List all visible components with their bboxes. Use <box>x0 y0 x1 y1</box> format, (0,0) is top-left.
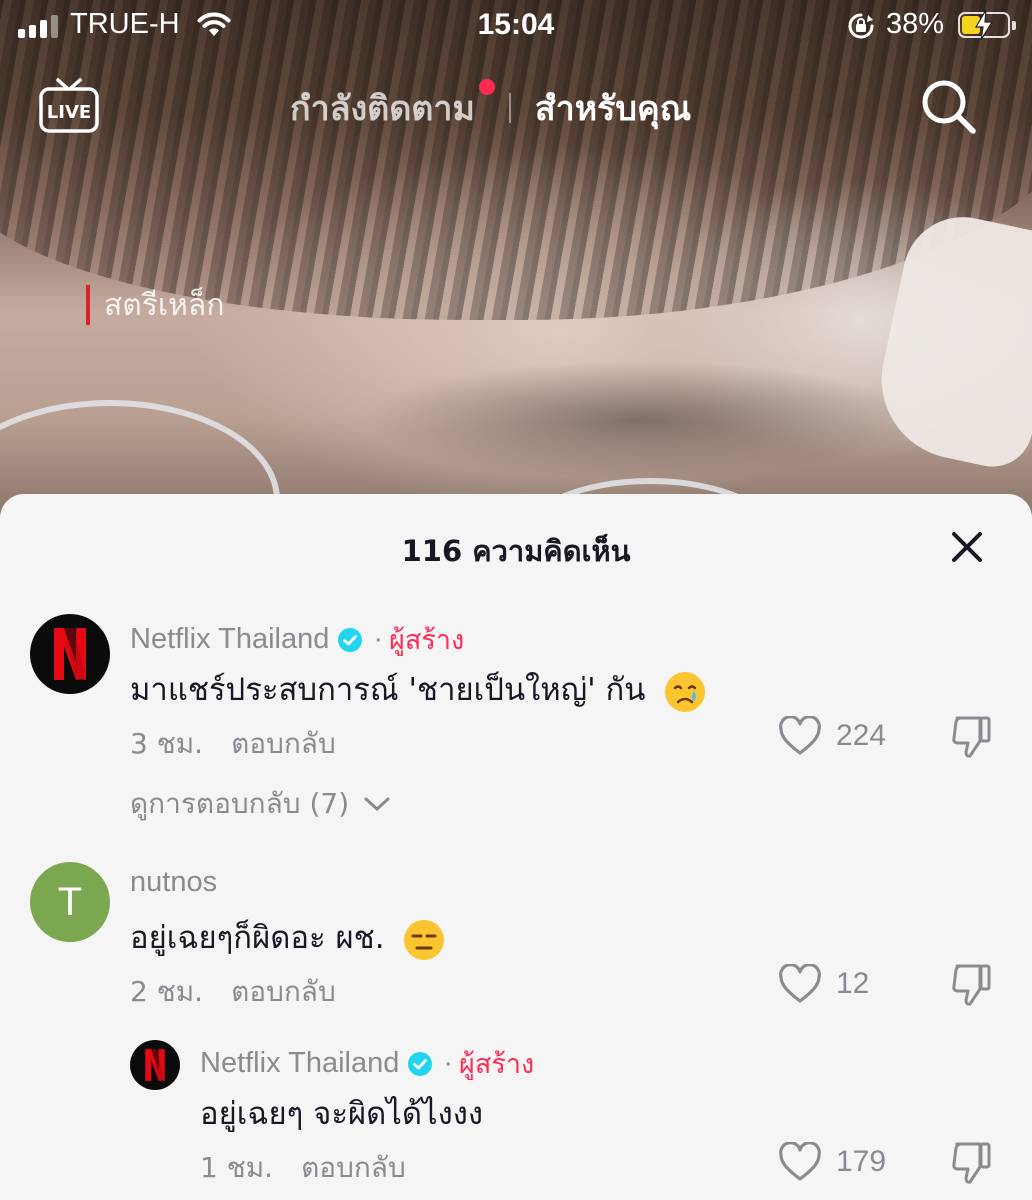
video-overlay-tag: สตรีเหล็ก <box>86 285 224 325</box>
avatar[interactable]: T <box>30 862 110 942</box>
creator-badge: ผู้สร้าง <box>389 625 465 656</box>
expressionless-face-icon <box>404 919 445 960</box>
tab-divider <box>508 93 511 123</box>
verified-badge-icon <box>338 627 363 652</box>
heart-icon <box>779 716 821 755</box>
new-content-dot <box>478 79 495 95</box>
live-icon[interactable]: LIVE <box>38 76 100 138</box>
like-count: 179 <box>836 1145 887 1178</box>
comment-meta: 1 ชม. ตอบกลับ <box>200 1146 406 1190</box>
avatar[interactable] <box>30 614 110 694</box>
comment-body: มาแชร์ประสบการณ์ 'ชายเป็นใหญ่' กัน <box>130 672 646 708</box>
creator-badge: ผู้สร้าง <box>459 1049 535 1080</box>
comment-time: 1 ชม. <box>200 1151 274 1184</box>
comment-text: อยู่เฉยๆก็ผิดอะ ผช. <box>130 912 446 962</box>
top-navigation: LIVE กำลังติดตาม สำหรับคุณ <box>0 70 1032 150</box>
comments-sheet: 116 ความคิดเห็น Netflix Thailand · ผู้สร… <box>0 494 1032 1200</box>
reply-button[interactable]: ตอบกลับ <box>231 727 336 760</box>
like-button[interactable]: 12 <box>778 964 869 1004</box>
verified-badge-icon <box>408 1051 433 1076</box>
comments-count-title: 116 ความคิดเห็น <box>401 534 631 568</box>
dislike-icon[interactable] <box>948 962 994 1008</box>
comment-time: 3 ชม. <box>130 727 204 760</box>
comment-author[interactable]: nutnos <box>130 866 217 899</box>
heart-icon <box>779 1142 821 1181</box>
like-button[interactable]: 179 <box>778 1142 886 1182</box>
comment-text: อยู่เฉยๆ จะผิดได้ไงงง <box>200 1088 483 1138</box>
battery-percent: 38% <box>886 8 945 40</box>
comment-body: อยู่เฉยๆ จะผิดได้ไงงง <box>200 1096 483 1132</box>
video-frame-eye <box>360 360 920 480</box>
like-button[interactable]: 224 <box>778 716 886 756</box>
feed-tabs: กำลังติดตาม สำหรับคุณ <box>290 79 691 135</box>
comment-item: Netflix Thailand · ผู้สร้าง มาแชร์ประสบก… <box>0 610 1032 826</box>
tab-following[interactable]: กำลังติดตาม <box>290 79 495 135</box>
comment-author[interactable]: Netflix Thailand · ผู้สร้าง <box>130 618 464 661</box>
comment-body: อยู่เฉยๆก็ผิดอะ ผช. <box>130 920 385 956</box>
username: nutnos <box>130 866 218 898</box>
view-replies-button[interactable]: ดูการตอบกลับ (7) <box>130 782 391 826</box>
status-bar: TRUE-H 15:04 38% <box>0 0 1032 54</box>
comment-meta: 2 ชม. ตอบกลับ <box>130 970 336 1014</box>
netflix-logo-icon <box>54 628 86 680</box>
battery-icon <box>958 10 1016 40</box>
like-count: 224 <box>836 719 887 752</box>
comments-header: 116 ความคิดเห็น <box>0 494 1032 598</box>
tab-for-you[interactable]: สำหรับคุณ <box>535 81 691 135</box>
crying-face-icon <box>665 671 706 712</box>
video-overlay-text: สตรีเหล็ก <box>104 287 225 323</box>
username: Netflix Thailand <box>200 1047 400 1079</box>
comment-item: T nutnos อยู่เฉยๆก็ผิดอะ ผช. 2 ชม. ตอบกลั… <box>0 858 1032 1008</box>
heart-icon <box>779 964 821 1003</box>
dislike-icon[interactable] <box>948 714 994 760</box>
tab-for-you-label: สำหรับคุณ <box>534 89 692 129</box>
comment-text: มาแชร์ประสบการณ์ 'ชายเป็นใหญ่' กัน <box>130 664 707 714</box>
netflix-logo-icon <box>145 1049 165 1081</box>
separator-dot: · <box>373 623 384 655</box>
dislike-icon[interactable] <box>948 1140 994 1186</box>
separator-dot: · <box>443 1047 454 1079</box>
username: Netflix Thailand <box>130 623 330 655</box>
reply-item: Netflix Thailand · ผู้สร้าง อยู่เฉยๆ จะผ… <box>0 1036 1032 1196</box>
like-count: 12 <box>836 967 870 1000</box>
reply-button[interactable]: ตอบกลับ <box>231 975 336 1008</box>
reply-button[interactable]: ตอบกลับ <box>301 1151 406 1184</box>
chevron-down-icon <box>364 797 390 811</box>
search-icon[interactable] <box>918 76 978 136</box>
charging-bolt-icon <box>974 10 994 40</box>
comment-time: 2 ชม. <box>130 975 204 1008</box>
view-replies-label: ดูการตอบกลับ (7) <box>130 787 350 820</box>
tab-following-label: กำลังติดตาม <box>290 89 475 129</box>
live-label: LIVE <box>47 102 91 123</box>
comment-author[interactable]: Netflix Thailand · ผู้สร้าง <box>200 1042 534 1085</box>
rotation-lock-icon <box>848 13 874 39</box>
comment-meta: 3 ชม. ตอบกลับ <box>130 722 336 766</box>
status-time: 15:04 <box>477 8 555 41</box>
avatar[interactable] <box>130 1040 180 1090</box>
close-icon[interactable] <box>944 524 990 570</box>
avatar-initial: T <box>57 879 83 924</box>
